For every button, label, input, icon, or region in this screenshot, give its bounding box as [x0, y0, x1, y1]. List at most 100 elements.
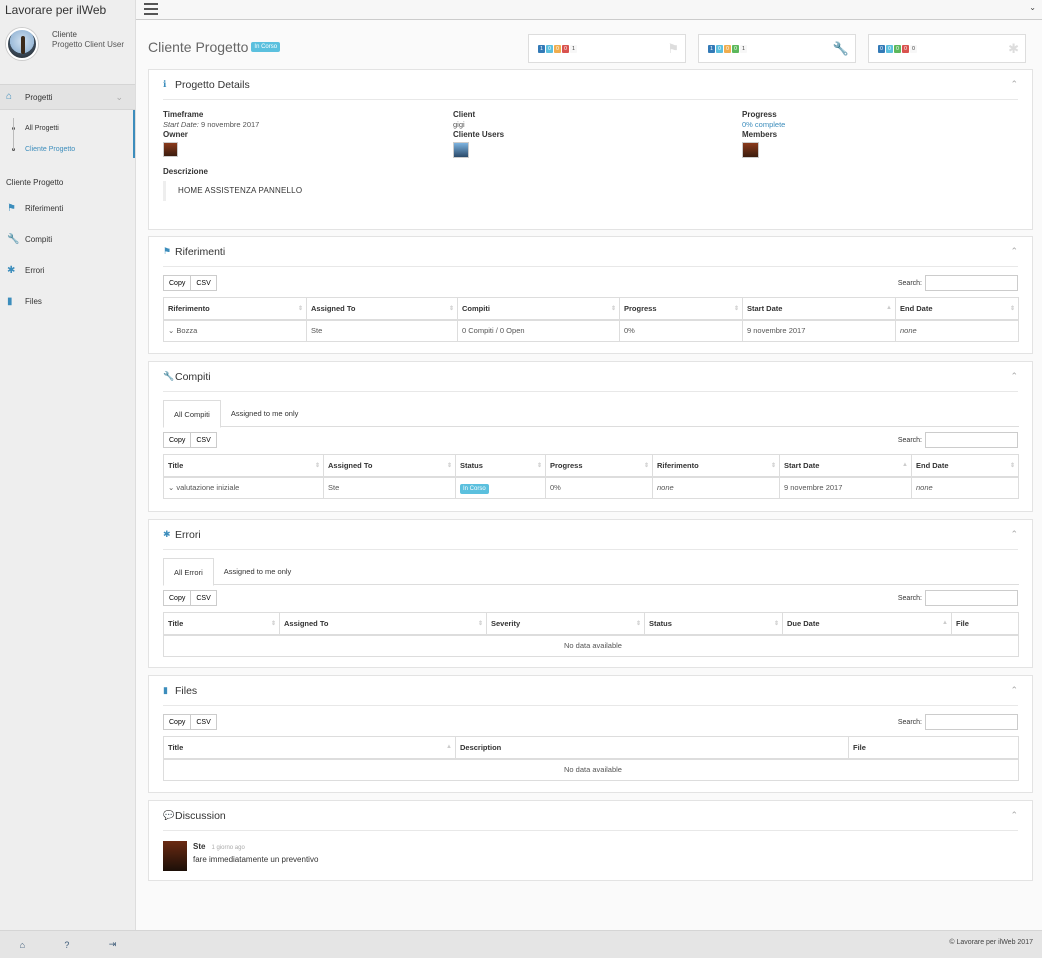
- sidebar-subitem-all-progetti[interactable]: All Progetti: [0, 118, 133, 139]
- column-header[interactable]: Title ▲: [163, 736, 456, 760]
- tab-all-compiti[interactable]: All Compiti: [163, 400, 221, 428]
- csv-button[interactable]: CSV: [191, 275, 217, 291]
- table-cell: none: [652, 476, 780, 499]
- home-icon: ⌂: [6, 91, 13, 102]
- column-header[interactable]: Status ⇕: [644, 612, 783, 636]
- column-header[interactable]: Riferimento ⇕: [163, 297, 307, 321]
- column-header[interactable]: Progress ⇕: [545, 454, 653, 478]
- table-header-row: Title ▲ Description File: [163, 736, 1019, 760]
- chevron-up-icon[interactable]: ⌃: [1010, 371, 1018, 382]
- tab-assigned-to-me[interactable]: Assigned to me only: [221, 400, 309, 426]
- sidebar-item-progetti[interactable]: ⌂ Progetti ⌄: [0, 84, 135, 110]
- tab-all-errori[interactable]: All Errori: [163, 558, 214, 586]
- panel-progetto-details: ℹ Progetto Details ⌃ Timeframe Start Dat…: [148, 69, 1033, 230]
- tab-assigned-to-me[interactable]: Assigned to me only: [214, 558, 302, 584]
- column-header[interactable]: Start Date ▲: [742, 297, 896, 321]
- column-header[interactable]: Due Date ▲: [782, 612, 952, 636]
- chevron-up-icon[interactable]: ⌃: [1010, 529, 1018, 540]
- chevron-down-icon[interactable]: ⌄: [168, 326, 174, 335]
- sort-icon: ⇕: [314, 463, 320, 469]
- sort-icon: ⇕: [1009, 306, 1015, 312]
- sidebar-subitem-cliente-progetto[interactable]: Cliente Progetto: [0, 139, 133, 160]
- sidebar: Lavorare per ilWeb Cliente Progetto Clie…: [0, 0, 136, 958]
- home-icon[interactable]: ⌂: [20, 940, 25, 950]
- chevron-down-icon[interactable]: ⌄: [168, 483, 174, 492]
- column-header[interactable]: Title ⇕: [163, 612, 280, 636]
- stat-pill: 1: [538, 45, 545, 53]
- column-header[interactable]: Riferimento ⇕: [652, 454, 780, 478]
- brand-logo[interactable]: Lavorare per ilWeb: [0, 0, 135, 20]
- column-header[interactable]: Assigned To ⇕: [279, 612, 487, 636]
- search-box: Search:: [898, 432, 1018, 448]
- stats-riferimenti[interactable]: 1 0 0 0 1 ⚑: [528, 34, 686, 63]
- flag-icon: ⚑: [7, 203, 16, 214]
- column-header[interactable]: Compiti ⇕: [457, 297, 620, 321]
- search-input[interactable]: [925, 714, 1018, 730]
- riferimenti-table: Riferimento ⇕ Assigned To ⇕ Compiti ⇕ Progr…: [163, 297, 1019, 342]
- sidebar-item-label: Compiti: [25, 235, 53, 244]
- stat-pill: 0: [554, 45, 561, 53]
- column-header[interactable]: Title ⇕: [163, 454, 324, 478]
- column-header[interactable]: File: [951, 612, 1019, 636]
- comments-icon: 💬: [163, 810, 175, 820]
- column-header[interactable]: Progress ⇕: [619, 297, 743, 321]
- search-label: Search:: [897, 594, 922, 602]
- chevron-up-icon[interactable]: ⌃: [1010, 246, 1018, 257]
- flag-icon: ⚑: [163, 246, 172, 256]
- main-content: Cliente Progetto In Corso 1 0 0 0 1 ⚑ 1 …: [136, 20, 1042, 930]
- search-label: Search:: [897, 718, 922, 726]
- csv-button[interactable]: CSV: [191, 432, 217, 448]
- logout-icon[interactable]: ⇥: [109, 939, 117, 950]
- chevron-up-icon[interactable]: ⌃: [1010, 79, 1018, 90]
- copy-button[interactable]: Copy: [163, 432, 192, 448]
- member-avatar[interactable]: [742, 142, 759, 158]
- client-user-avatar[interactable]: [453, 142, 469, 158]
- copy-button[interactable]: Copy: [163, 714, 192, 730]
- search-input[interactable]: [925, 275, 1018, 291]
- chevron-up-icon[interactable]: ⌃: [1010, 685, 1018, 696]
- comment-item: Ste 1 giorno ago fare immediatamente un p…: [163, 841, 318, 871]
- panel-title: Progetto Details: [175, 78, 250, 91]
- stats-compiti[interactable]: 1 0 0 0 1 🔧: [698, 34, 856, 63]
- column-header[interactable]: Assigned To ⇕: [323, 454, 456, 478]
- user-name: Cliente: [52, 30, 77, 39]
- sidebar-item-riferimenti[interactable]: ⚑ Riferimenti: [0, 193, 135, 224]
- page-footer: © Lavorare per ilWeb 2017: [136, 930, 1042, 958]
- csv-button[interactable]: CSV: [191, 590, 217, 606]
- description-text: HOME ASSISTENZA PANNELLO: [163, 181, 443, 201]
- sidebar-item-compiti[interactable]: 🔧 Compiti: [0, 224, 135, 255]
- column-header[interactable]: End Date ⇕: [895, 297, 1019, 321]
- column-header[interactable]: Status ⇕: [455, 454, 546, 478]
- stat-pill: 0: [562, 45, 569, 53]
- copy-button[interactable]: Copy: [163, 275, 192, 291]
- column-header[interactable]: Description: [455, 736, 849, 760]
- search-input[interactable]: [925, 590, 1018, 606]
- sort-icon: ⇕: [610, 306, 616, 312]
- column-header[interactable]: Severity ⇕: [486, 612, 645, 636]
- copy-button[interactable]: Copy: [163, 590, 192, 606]
- panel-compiti: 🔧 Compiti ⌃ All Compiti Assigned to me o…: [148, 361, 1033, 512]
- panel-title: Files: [175, 684, 198, 697]
- column-header[interactable]: Start Date ▲: [779, 454, 912, 478]
- column-header[interactable]: End Date ⇕: [911, 454, 1019, 478]
- chevron-up-icon[interactable]: ⌃: [1010, 810, 1018, 821]
- sidebar-item-errori[interactable]: ✱ Errori: [0, 255, 135, 286]
- search-input[interactable]: [925, 432, 1018, 448]
- search-box: Search:: [898, 714, 1018, 730]
- hamburger-menu-icon[interactable]: [144, 3, 158, 15]
- csv-button[interactable]: CSV: [191, 714, 217, 730]
- chevron-down-icon[interactable]: ⌄: [1029, 3, 1036, 12]
- table-row: No data available: [163, 758, 1019, 781]
- file-icon: ▮: [163, 685, 168, 695]
- help-icon[interactable]: ?: [64, 940, 69, 950]
- sidebar-item-files[interactable]: ▮ Files: [0, 286, 135, 317]
- bullet-icon: [12, 148, 15, 151]
- stats-errori[interactable]: 0 0 0 0 0 ✱: [868, 34, 1026, 63]
- stat-pill: 0: [732, 45, 739, 53]
- owner-avatar[interactable]: [163, 142, 178, 157]
- table-row[interactable]: ⌄ Bozza Ste 0 Compiti / 0 Open 0% 9 nove…: [163, 319, 1019, 342]
- sort-icon: ⇕: [448, 306, 454, 312]
- column-header[interactable]: File: [848, 736, 1019, 760]
- column-header[interactable]: Assigned To ⇕: [306, 297, 458, 321]
- table-row[interactable]: ⌄ valutazione iniziale Ste In Corso 0% n…: [163, 476, 1019, 499]
